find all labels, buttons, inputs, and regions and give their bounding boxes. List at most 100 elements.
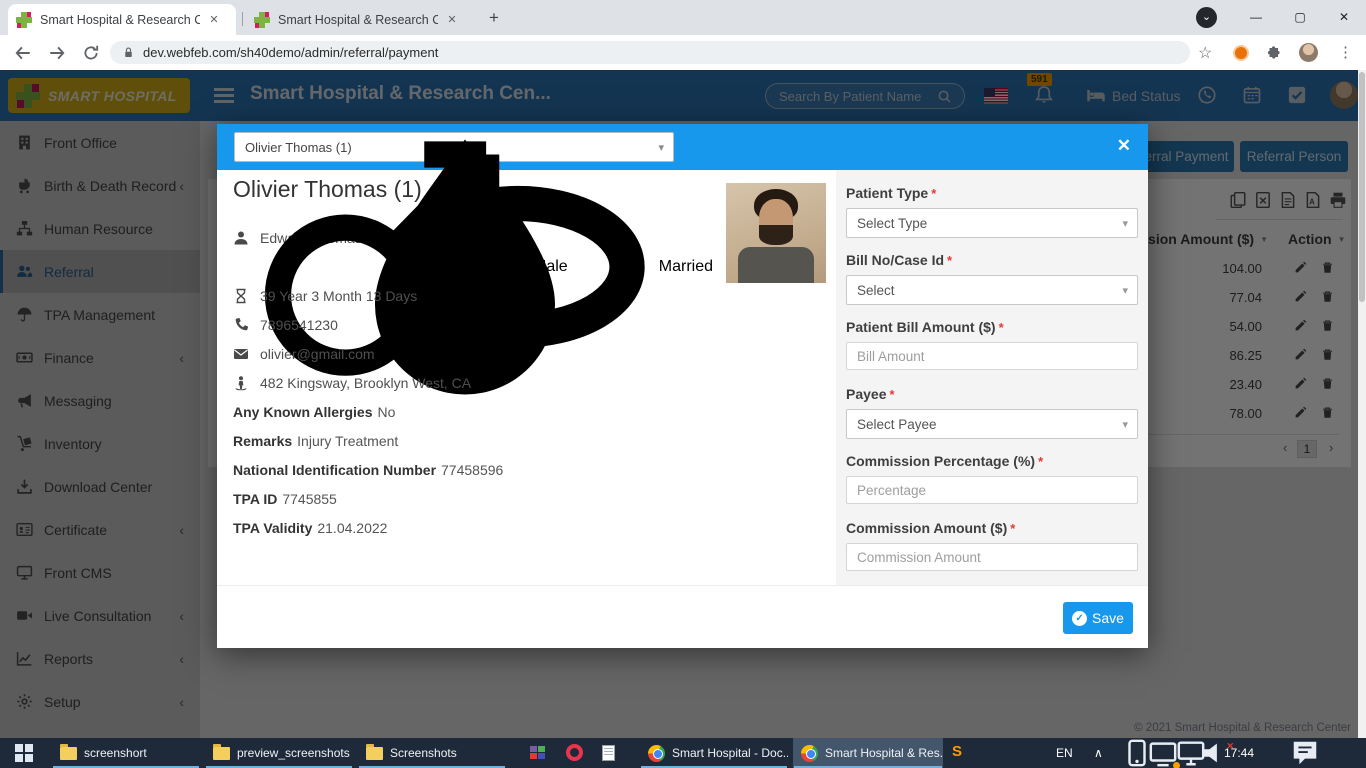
field-label: TPA ID [233, 491, 277, 507]
required-asterisk: * [1038, 454, 1043, 469]
chevron-down-icon: ▾ [1122, 418, 1128, 431]
new-tab-button[interactable]: + [482, 6, 506, 30]
select-value: Select Type [857, 216, 1122, 231]
required-asterisk: * [889, 387, 894, 402]
opera-icon[interactable] [566, 744, 583, 761]
street-view-icon [233, 375, 249, 391]
taskbar-item-label: Smart Hospital - Doc... [672, 746, 788, 760]
browser-tab-2[interactable]: Smart Hospital & Research Cente ✕ [246, 4, 470, 35]
notification-center-icon[interactable] [1290, 738, 1320, 768]
taskbar-item-label: Smart Hospital & Res... [825, 746, 943, 760]
tab-title: Smart Hospital & Research Cente [278, 13, 438, 27]
field-label: Bill No/Case Id* [846, 250, 1138, 270]
referral-payment-modal: Olivier Thomas (1) ▾ ✕ Olivier Thomas (1… [217, 124, 1148, 648]
field-value: Injury Treatment [297, 433, 398, 449]
tab-search-icon[interactable]: ⌄ [1196, 7, 1217, 28]
forward-icon[interactable] [48, 44, 66, 62]
detail-text: olivier@gmail.com [260, 346, 375, 362]
input-patient-bill-amount[interactable] [846, 342, 1138, 370]
taskbar-item-preview-screenshots[interactable]: preview_screenshots [205, 738, 353, 768]
select-patient-type[interactable]: Select Type▾ [846, 208, 1138, 238]
required-asterisk: * [999, 320, 1004, 335]
check-circle-icon: ✓ [1072, 611, 1087, 626]
windows-logo-icon [15, 744, 33, 762]
select-value: Select Payee [857, 417, 1122, 432]
address-bar[interactable]: dev.webfeb.com/sh40demo/admin/referral/p… [110, 41, 1190, 64]
site-favicon [254, 12, 270, 28]
save-button[interactable]: ✓ Save [1063, 602, 1133, 634]
field-label: Remarks [233, 433, 292, 449]
label-text: Bill No/Case Id [846, 252, 944, 268]
bookmark-star-icon[interactable]: ☆ [1198, 43, 1212, 63]
select-value: Select [857, 283, 1122, 298]
tray-screen-icon[interactable] [1148, 738, 1178, 768]
tray-language[interactable]: EN [1056, 738, 1073, 768]
chevron-down-icon: ▾ [1122, 217, 1128, 230]
reload-icon[interactable] [82, 44, 100, 62]
field-label: Commission Percentage (%)* [846, 451, 1138, 471]
site-favicon [16, 12, 32, 28]
extensions-puzzle-icon[interactable] [1266, 45, 1282, 61]
start-button[interactable] [0, 738, 48, 768]
close-icon[interactable]: ✕ [1117, 136, 1131, 156]
field-label: Commission Amount ($)* [846, 518, 1138, 538]
label-text: Patient Bill Amount ($) [846, 319, 996, 335]
window-maximize-button[interactable]: ▢ [1278, 0, 1322, 35]
label-text: Patient Type [846, 185, 928, 201]
taskbar-item-screenshots[interactable]: Screenshots [358, 738, 506, 768]
form-field-commission-percentage: Commission Percentage (%)* [846, 451, 1138, 504]
browser-profile-avatar[interactable] [1299, 43, 1318, 62]
select-bill-no-case-id[interactable]: Select▾ [846, 275, 1138, 305]
required-asterisk: * [931, 186, 936, 201]
taskbar: screenshort preview_screenshots Screenshot… [0, 738, 1366, 768]
window-minimize-button[interactable]: — [1234, 0, 1278, 35]
field-value: 21.04.2022 [317, 520, 387, 536]
label-text: Commission Amount ($) [846, 520, 1007, 536]
sublime-icon[interactable]: S [952, 743, 962, 760]
patient-field-tpa-validity: TPA Validity21.04.2022 [233, 513, 713, 542]
patient-detail-row: 39 Year 3 Month 13 Days [233, 281, 713, 310]
divider [217, 585, 1148, 586]
folder-icon [213, 747, 230, 760]
browser-menu-icon[interactable]: ⋮ [1338, 43, 1353, 61]
field-label: Payee* [846, 384, 1138, 404]
required-asterisk: * [947, 253, 952, 268]
folder-icon [366, 747, 383, 760]
patient-field-any-known-allergies: Any Known AllergiesNo [233, 397, 713, 426]
input-commission-percentage[interactable] [846, 476, 1138, 504]
back-icon[interactable] [14, 44, 32, 62]
browser-chrome: Smart Hospital & Research Cente ✕ Smart … [0, 0, 1366, 70]
field-value: 77458596 [441, 462, 503, 478]
form-field-patient-type: Patient Type* Select Type▾ [846, 183, 1138, 238]
tab-strip: Smart Hospital & Research Cente ✕ Smart … [0, 0, 1366, 35]
tab-close-icon[interactable]: ✕ [206, 12, 222, 28]
detail-text: Married [659, 258, 713, 276]
patient-field-national-identification-number: National Identification Number 77458596 [233, 455, 713, 484]
extension-icon[interactable] [1233, 45, 1249, 61]
input-commission-amount[interactable] [846, 543, 1138, 571]
scrollbar-thumb[interactable] [1359, 72, 1365, 302]
page-scrollbar[interactable] [1358, 70, 1366, 738]
notepad-icon[interactable] [602, 745, 615, 761]
taskbar-item-smart-hospital-doc[interactable]: Smart Hospital - Doc... [640, 738, 788, 768]
window-close-button[interactable]: ✕ [1322, 0, 1366, 35]
patient-field-remarks: Remarks Injury Treatment [233, 426, 713, 455]
tab-close-icon[interactable]: ✕ [444, 12, 460, 28]
taskbar-item-label: preview_screenshots [237, 746, 350, 760]
tray-clock[interactable]: 17:44 [1224, 738, 1254, 768]
field-value: No [378, 404, 396, 420]
hourglass-icon [233, 288, 249, 304]
field-label: National Identification Number [233, 462, 436, 478]
lock-icon [122, 46, 135, 59]
taskbar-item-smart-hospital-res[interactable]: Smart Hospital & Res... [793, 738, 943, 768]
winrar-icon[interactable] [530, 746, 545, 759]
taskbar-item-screenshort[interactable]: screenshort [52, 738, 200, 768]
chevron-down-icon: ▾ [1122, 284, 1128, 297]
required-asterisk: * [1010, 521, 1015, 536]
tray-chevron-up-icon[interactable]: ∧ [1094, 738, 1103, 768]
select-payee[interactable]: Select Payee▾ [846, 409, 1138, 439]
url-text[interactable]: dev.webfeb.com/sh40demo/admin/referral/p… [143, 45, 438, 60]
browser-tab-1[interactable]: Smart Hospital & Research Cente ✕ [8, 4, 236, 35]
phone-icon [233, 317, 249, 333]
taskbar-item-label: Screenshots [390, 746, 457, 760]
